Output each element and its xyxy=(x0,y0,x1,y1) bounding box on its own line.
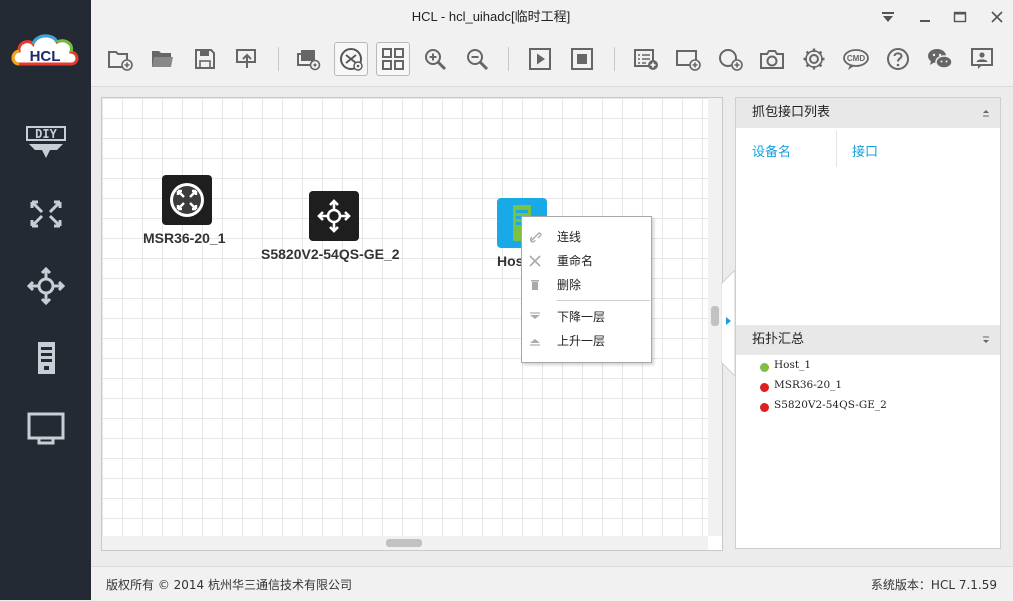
vertical-scrollbar[interactable] xyxy=(708,98,722,536)
grid-view-icon[interactable] xyxy=(376,42,410,76)
menu-separator xyxy=(557,300,650,301)
status-dot xyxy=(760,403,769,412)
topology-view-icon[interactable] xyxy=(334,42,368,76)
layer-up-icon xyxy=(530,339,540,346)
router-category-icon[interactable] xyxy=(20,188,72,240)
expand-icon[interactable] xyxy=(980,334,992,346)
help-icon[interactable] xyxy=(881,42,915,76)
status-bar: 版权所有 © 2014 杭州华三通信技术有限公司 系统版本：HCL 7.1.59 xyxy=(91,566,1013,601)
add-text-icon[interactable] xyxy=(629,42,663,76)
delete-icon xyxy=(531,280,539,290)
status-dot xyxy=(760,363,769,372)
cable-category-icon[interactable] xyxy=(20,402,72,454)
add-rectangle-icon[interactable] xyxy=(671,42,705,76)
settings-icon[interactable] xyxy=(797,42,831,76)
host-category-icon[interactable] xyxy=(20,332,72,384)
vertical-scroll-thumb[interactable] xyxy=(711,306,719,326)
switch-device-icon[interactable] xyxy=(309,191,359,241)
window-title: HCL - hcl_uihadc[临时工程] xyxy=(411,9,571,24)
export-icon[interactable] xyxy=(230,42,264,76)
start-all-icon[interactable] xyxy=(523,42,557,76)
toolbar: CMD xyxy=(91,34,1013,87)
feedback-icon[interactable] xyxy=(965,42,999,76)
save-icon[interactable] xyxy=(188,42,222,76)
left-sidebar: HCL DIY xyxy=(0,0,91,600)
open-project-icon[interactable] xyxy=(146,42,180,76)
capture-panel-header: 抓包接口列表 xyxy=(736,98,1000,128)
stop-all-icon[interactable] xyxy=(565,42,599,76)
version-text: 系统版本：HCL 7.1.59 xyxy=(870,578,997,592)
svg-text:CMD: CMD xyxy=(847,54,865,63)
menu-item-rename[interactable]: 重命名 xyxy=(522,249,651,273)
diy-icon[interactable]: DIY xyxy=(20,118,72,170)
copyright-text: 版权所有 © 2014 杭州华三通信技术有限公司 xyxy=(106,578,352,592)
rename-icon xyxy=(529,255,541,267)
menu-item-connect[interactable]: 连线 xyxy=(522,225,651,249)
title-bar: HCL - hcl_uihadc[临时工程] xyxy=(91,0,1013,34)
screenshot-icon[interactable] xyxy=(755,42,789,76)
close-icon[interactable] xyxy=(986,6,1008,28)
device-label: MSR36-20_1 xyxy=(143,230,226,246)
horizontal-scrollbar[interactable] xyxy=(102,536,708,550)
panel-collapse-handle[interactable] xyxy=(720,268,736,378)
column-interface[interactable]: 接口 xyxy=(852,141,878,160)
column-device-name[interactable]: 设备名 xyxy=(752,141,791,160)
switch-category-icon[interactable] xyxy=(20,260,72,312)
menu-item-layer-down[interactable]: 下降一层 xyxy=(522,305,651,329)
context-menu: 连线 重命名 删除 下降一层 上升一层 xyxy=(521,216,652,363)
topology-panel-title: 拓扑汇总 xyxy=(752,332,805,347)
horizontal-scroll-thumb[interactable] xyxy=(386,539,422,547)
link-icon xyxy=(529,232,542,243)
menu-item-layer-up[interactable]: 上升一层 xyxy=(522,329,651,353)
topology-panel-header: 拓扑汇总 xyxy=(736,325,1000,355)
show-interface-icon[interactable] xyxy=(292,42,326,76)
menu-item-delete[interactable]: 删除 xyxy=(522,273,651,297)
minimize-icon[interactable] xyxy=(914,6,936,28)
zoom-in-icon[interactable] xyxy=(418,42,452,76)
wechat-icon[interactable] xyxy=(923,42,957,76)
right-panel xyxy=(735,97,1001,549)
status-dot xyxy=(760,383,769,392)
collapse-icon[interactable] xyxy=(980,107,992,119)
svg-text:HCL: HCL xyxy=(30,48,61,65)
new-project-icon[interactable] xyxy=(103,42,137,76)
layer-down-icon xyxy=(530,312,540,319)
zoom-out-icon[interactable] xyxy=(460,42,494,76)
maximize-icon[interactable] xyxy=(949,6,971,28)
device-label: S5820V2-54QS-GE_2 xyxy=(261,246,400,262)
router-device-icon[interactable] xyxy=(162,175,212,225)
column-divider xyxy=(836,131,837,167)
capture-panel-title: 抓包接口列表 xyxy=(752,105,831,120)
dropdown-menu-icon[interactable] xyxy=(877,6,899,28)
device-label: Hos xyxy=(497,253,524,269)
add-ellipse-icon[interactable] xyxy=(713,42,747,76)
svg-text:DIY: DIY xyxy=(35,127,57,141)
hcl-logo: HCL xyxy=(9,30,82,76)
cmd-icon[interactable]: CMD xyxy=(839,42,873,76)
